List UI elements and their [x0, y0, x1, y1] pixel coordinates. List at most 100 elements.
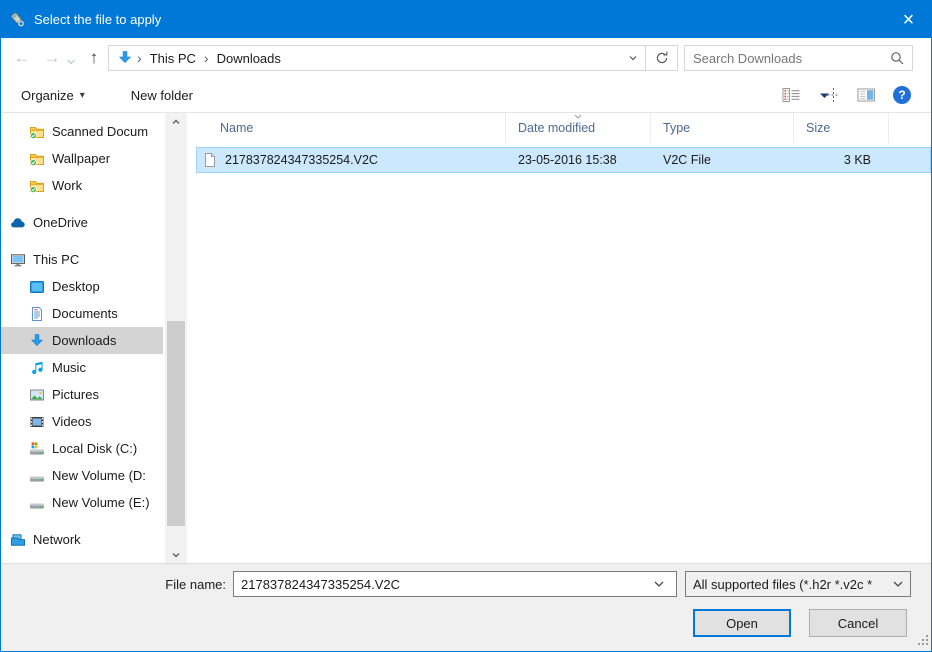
navigation-pane: Scanned DocumWallpaperWork OneDrive This P… [1, 113, 187, 563]
column-header-date-modified[interactable]: Date modified [506, 113, 651, 143]
up-button[interactable]: ↑ [81, 46, 107, 70]
address-dropdown-chevron-icon[interactable] [621, 46, 645, 70]
scroll-up-icon[interactable] [165, 113, 187, 130]
organize-button[interactable]: Organize ▾ [21, 88, 85, 103]
app-dongle-icon [9, 11, 27, 29]
file-name-cell: 217837824347335254.V2C [196, 152, 506, 168]
sidebar-item-label: Downloads [52, 333, 116, 348]
desktop-icon [29, 279, 45, 295]
help-button[interactable]: ? [893, 86, 911, 104]
file-list-body: 217837824347335254.V2C23-05-2016 15:38V2… [187, 147, 931, 173]
file-row-217837824347335254-v2c[interactable]: 217837824347335254.V2C23-05-2016 15:38V2… [196, 147, 931, 173]
breadcrumb-this-pc[interactable]: This PC [143, 51, 203, 66]
column-header-type[interactable]: Type [651, 113, 794, 143]
sidebar-item-local-disk-c[interactable]: Local Disk (C:) [1, 435, 163, 462]
sidebar-item-new-volume-e[interactable]: New Volume (E:) [1, 489, 163, 516]
file-name-text: 217837824347335254.V2C [225, 153, 378, 167]
organize-label: Organize [21, 88, 74, 103]
sidebar-item-this-pc[interactable]: This PC [1, 246, 163, 273]
search-input[interactable] [685, 51, 889, 66]
file-type-value: All supported files (*.h2r *.v2c * [693, 577, 890, 592]
search-icon[interactable] [889, 50, 905, 66]
sidebar-item-new-volume-d[interactable]: New Volume (D: [1, 462, 163, 489]
pictures-icon [29, 387, 45, 403]
organize-caret-icon: ▾ [80, 90, 85, 101]
file-date-modified-cell: 23-05-2016 15:38 [506, 153, 651, 167]
sidebar-item-label: This PC [33, 252, 79, 267]
sidebar-item-label: Local Disk (C:) [52, 441, 137, 456]
details-view-icon[interactable] [782, 87, 801, 103]
main-area: Scanned DocumWallpaperWork OneDrive This P… [1, 113, 931, 563]
column-header-label: Date modified [518, 121, 595, 135]
file-list-area[interactable]: Name Date modified Type Size 21783782434733… [187, 113, 931, 563]
recent-locations-chevron-icon[interactable] [63, 50, 79, 74]
file-name-dropdown-chevron-icon[interactable] [651, 576, 667, 592]
sidebar-item-documents[interactable]: Documents [1, 300, 163, 327]
sidebar-item-scanned-docum[interactable]: Scanned Docum [1, 118, 163, 145]
column-header-size[interactable]: Size [794, 113, 889, 143]
preview-pane-icon[interactable] [857, 87, 876, 103]
file-open-dialog: Select the file to apply × ← → ↑ › This … [0, 0, 932, 652]
scrollbar-thumb[interactable] [167, 321, 185, 526]
sidebar-item-music[interactable]: Music [1, 354, 163, 381]
sort-indicator-icon [572, 113, 584, 121]
column-header-label: Size [806, 121, 830, 135]
videos-icon [29, 414, 45, 430]
music-icon [29, 360, 45, 376]
breadcrumb-separator: › [203, 50, 210, 66]
address-bar[interactable]: › This PC › Downloads [108, 45, 646, 71]
sidebar-item-desktop[interactable]: Desktop [1, 273, 163, 300]
dialog-footer: File name: All supported files (*.h2r *.… [1, 563, 931, 651]
file-size-cell: 3 KB [794, 153, 889, 167]
sidebar-item-downloads[interactable]: Downloads [1, 327, 163, 354]
sidebar-scrollbar[interactable] [165, 113, 187, 563]
folder-sync-icon [29, 178, 45, 194]
sidebar-item-pictures[interactable]: Pictures [1, 381, 163, 408]
new-folder-button[interactable]: New folder [131, 88, 193, 103]
sidebar-item-wallpaper[interactable]: Wallpaper [1, 145, 163, 172]
sidebar-item-label: OneDrive [33, 215, 88, 230]
documents-icon [29, 306, 45, 322]
disk-os-icon [29, 441, 45, 457]
breadcrumb-downloads[interactable]: Downloads [210, 51, 288, 66]
file-name-label: File name: [1, 577, 226, 592]
sidebar-item-work[interactable]: Work [1, 172, 163, 199]
scroll-down-icon[interactable] [165, 546, 187, 563]
sidebar-gap [1, 236, 187, 246]
file-icon [202, 152, 218, 168]
file-name-input[interactable] [233, 571, 677, 597]
folder-sync-icon [29, 124, 45, 140]
disk-icon [29, 468, 45, 484]
refresh-button[interactable] [646, 45, 678, 71]
sidebar-item-label: Documents [52, 306, 118, 321]
file-type-chevron-icon [890, 576, 906, 592]
column-header-label: Type [663, 121, 690, 135]
back-button[interactable]: ← [9, 46, 35, 70]
downloads-location-icon [117, 50, 133, 66]
network-icon [10, 532, 26, 548]
sidebar-item-label: Network [33, 532, 81, 547]
resize-grip[interactable] [916, 633, 929, 649]
downloads-icon [29, 333, 45, 349]
sidebar-gap [1, 199, 187, 209]
column-header-label: Name [220, 121, 253, 135]
sidebar-item-onedrive[interactable]: OneDrive [1, 209, 163, 236]
cancel-button[interactable]: Cancel [809, 609, 907, 637]
breadcrumb-separator: › [136, 50, 143, 66]
open-button[interactable]: Open [693, 609, 791, 637]
search-box [684, 45, 913, 71]
disk-icon [29, 495, 45, 511]
close-button[interactable]: × [886, 1, 931, 38]
sidebar-item-network[interactable]: Network [1, 526, 163, 553]
sidebar-item-label: Music [52, 360, 86, 375]
sidebar-item-label: Pictures [52, 387, 99, 402]
onedrive-icon [10, 215, 26, 231]
sidebar-item-videos[interactable]: Videos [1, 408, 163, 435]
change-view-chevron-icon[interactable] [818, 87, 840, 103]
command-bar: Organize ▾ New folder ? [1, 78, 931, 113]
sidebar-item-label: New Volume (E:) [52, 495, 150, 510]
column-header-name[interactable]: Name [196, 113, 506, 143]
this-pc-icon [10, 252, 26, 268]
file-type-select[interactable]: All supported files (*.h2r *.v2c * [685, 571, 911, 597]
forward-button[interactable]: → [39, 46, 65, 70]
